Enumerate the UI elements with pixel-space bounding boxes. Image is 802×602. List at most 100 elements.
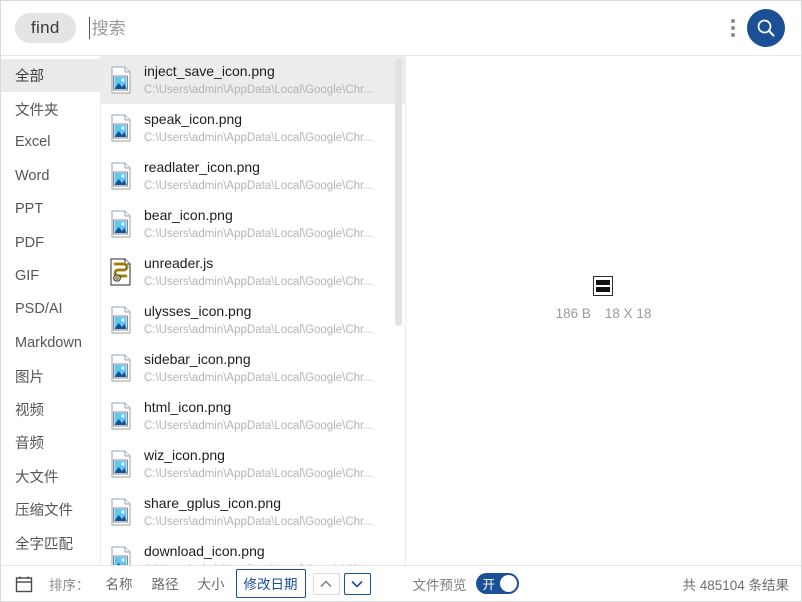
file-name: sidebar_icon.png: [144, 350, 251, 367]
sort-by-size-button[interactable]: 大小: [190, 569, 233, 598]
png-file-icon: [109, 306, 133, 334]
search-input[interactable]: 搜索: [88, 13, 725, 43]
sidebar-item-folder[interactable]: 文件夹: [1, 92, 100, 125]
file-name: wiz_icon.png: [144, 446, 225, 463]
calendar-icon[interactable]: [15, 575, 33, 593]
file-name: ulysses_icon.png: [144, 302, 252, 319]
sidebar-item-label: Excel: [15, 134, 51, 151]
sidebar-item-ppt[interactable]: PPT: [1, 193, 100, 226]
sidebar-item-image[interactable]: 图片: [1, 360, 100, 393]
find-tag[interactable]: find: [15, 13, 76, 43]
file-path: C:\Users\admin\AppData\Local\Google\Chr.…: [144, 371, 373, 384]
file-info: inject_save_icon.png C:\Users\admin\AppD…: [144, 62, 391, 99]
table-row[interactable]: bear_icon.png C:\Users\admin\AppData\Loc…: [101, 200, 405, 248]
png-file-icon: [109, 210, 133, 238]
sidebar-item-large-file[interactable]: 大文件: [1, 460, 100, 493]
find-app-window: find 搜索 全部 文件夹 Excel Word PPT PDF GIF PS…: [0, 0, 802, 602]
chevron-down-icon: [351, 580, 363, 588]
sort-by-name-button[interactable]: 名称: [98, 569, 141, 598]
table-row[interactable]: ulysses_icon.png C:\Users\admin\AppData\…: [101, 296, 405, 344]
sort-by-path-button[interactable]: 路径: [144, 569, 187, 598]
sidebar-item-word[interactable]: Word: [1, 159, 100, 192]
sidebar-item-excel[interactable]: Excel: [1, 126, 100, 159]
results-count: 共 485104 条结果: [682, 577, 789, 593]
scrollbar-thumb[interactable]: [395, 58, 402, 326]
toggle-knob: [499, 575, 517, 592]
sidebar-item-video[interactable]: 视频: [1, 393, 100, 426]
preview-content: 186 B 18 X 18: [556, 275, 652, 321]
sidebar-item-label: PDF: [15, 234, 44, 251]
file-path: C:\Users\admin\AppData\Local\Google\Chr.…: [144, 179, 373, 192]
file-name: readlater_icon.png: [144, 158, 260, 175]
sort-by-date-button[interactable]: 修改日期: [235, 569, 306, 598]
file-info: sidebar_icon.png C:\Users\admin\AppData\…: [144, 350, 391, 387]
file-preview-toggle[interactable]: 开: [475, 573, 519, 594]
table-row[interactable]: inject_save_icon.png C:\Users\admin\AppD…: [101, 56, 405, 104]
file-info: unreader.js C:\Users\admin\AppData\Local…: [144, 254, 391, 291]
thumbnail-bar: [596, 286, 611, 292]
png-file-icon: [109, 114, 133, 142]
sidebar-item-archive[interactable]: 压缩文件: [1, 493, 100, 526]
table-row[interactable]: unreader.js C:\Users\admin\AppData\Local…: [101, 248, 405, 296]
file-name: bear_icon.png: [144, 206, 233, 223]
table-row[interactable]: html_icon.png C:\Users\admin\AppData\Loc…: [101, 392, 405, 440]
table-row[interactable]: sidebar_icon.png C:\Users\admin\AppData\…: [101, 344, 405, 392]
toggle-state-label: 开: [482, 578, 496, 592]
file-info: speak_icon.png C:\Users\admin\AppData\Lo…: [144, 110, 391, 147]
sidebar-item-all[interactable]: 全部: [1, 59, 100, 93]
file-results-list[interactable]: inject_save_icon.png C:\Users\admin\AppD…: [101, 56, 406, 565]
sidebar-item-psd-ai[interactable]: PSD/AI: [1, 293, 100, 326]
sort-ascending-button[interactable]: [312, 572, 340, 595]
file-info: bear_icon.png C:\Users\admin\AppData\Loc…: [144, 206, 391, 243]
png-file-icon: [109, 450, 133, 478]
png-file-icon: [109, 354, 133, 382]
file-preview-label: 文件预览: [412, 577, 467, 593]
kebab-menu-icon[interactable]: [725, 15, 741, 41]
table-row[interactable]: speak_icon.png C:\Users\admin\AppData\Lo…: [101, 104, 405, 152]
file-path: C:\Users\admin\AppData\Local\Google\Chr.…: [144, 467, 373, 480]
table-row[interactable]: share_gplus_icon.png C:\Users\admin\AppD…: [101, 488, 405, 536]
sidebar-item-label: 文件夹: [15, 102, 59, 119]
chevron-up-icon: [320, 580, 332, 587]
sidebar-item-gif[interactable]: GIF: [1, 259, 100, 292]
sidebar-item-label: 压缩文件: [15, 503, 73, 520]
sidebar-item-label: 视频: [15, 403, 44, 420]
search-placeholder: 搜索: [91, 18, 126, 38]
sidebar-item-label: 全部: [15, 69, 44, 86]
file-path: C:\Users\admin\AppData\Local\Google\Chr.…: [144, 515, 373, 528]
sidebar-item-label: Markdown: [15, 334, 82, 351]
top-search-bar: find 搜索: [1, 1, 801, 55]
sidebar-item-pdf[interactable]: PDF: [1, 226, 100, 259]
image-dimensions: 18 X 18: [604, 305, 652, 321]
png-file-icon: [109, 546, 133, 565]
sidebar-item-label: 图片: [15, 369, 44, 386]
file-preview-pane: 186 B 18 X 18: [406, 56, 801, 565]
file-path: C:\Users\admin\AppData\Local\Google\Chr.…: [144, 419, 373, 432]
file-name: html_icon.png: [144, 398, 232, 415]
sidebar-item-label: PSD/AI: [15, 301, 63, 318]
table-row[interactable]: readlater_icon.png C:\Users\admin\AppDat…: [101, 152, 405, 200]
search-button[interactable]: [747, 9, 785, 47]
thumbnail-bar: [596, 279, 611, 285]
preview-metadata: 186 B 18 X 18: [556, 306, 652, 321]
png-file-icon: [109, 402, 133, 430]
file-size: 186 B: [555, 305, 591, 321]
sidebar-item-markdown[interactable]: Markdown: [1, 326, 100, 359]
table-row[interactable]: download_icon.png C:\Users\admin\AppData…: [101, 536, 405, 565]
file-info: share_gplus_icon.png C:\Users\admin\AppD…: [144, 494, 391, 531]
file-info: html_icon.png C:\Users\admin\AppData\Loc…: [144, 398, 391, 435]
sidebar-item-whole-word[interactable]: 全字匹配: [1, 526, 100, 559]
file-name: speak_icon.png: [144, 110, 243, 127]
sidebar-item-audio[interactable]: 音频: [1, 426, 100, 459]
file-path: C:\Users\admin\AppData\Local\Google\Chr.…: [144, 131, 373, 144]
file-path: C:\Users\admin\AppData\Local\Google\Chr.…: [144, 562, 391, 565]
list-scrollbar[interactable]: [395, 56, 402, 565]
table-row[interactable]: wiz_icon.png C:\Users\admin\AppData\Loca…: [101, 440, 405, 488]
file-path: C:\Users\admin\AppData\Local\Google\Chr.…: [144, 323, 373, 336]
kebab-dot: [731, 33, 735, 37]
file-info: readlater_icon.png C:\Users\admin\AppDat…: [144, 158, 391, 195]
image-thumbnail: [593, 275, 614, 296]
kebab-dot: [731, 26, 735, 30]
file-path: C:\Users\admin\AppData\Local\Google\Chr.…: [144, 275, 373, 288]
sort-descending-button[interactable]: [343, 572, 371, 595]
